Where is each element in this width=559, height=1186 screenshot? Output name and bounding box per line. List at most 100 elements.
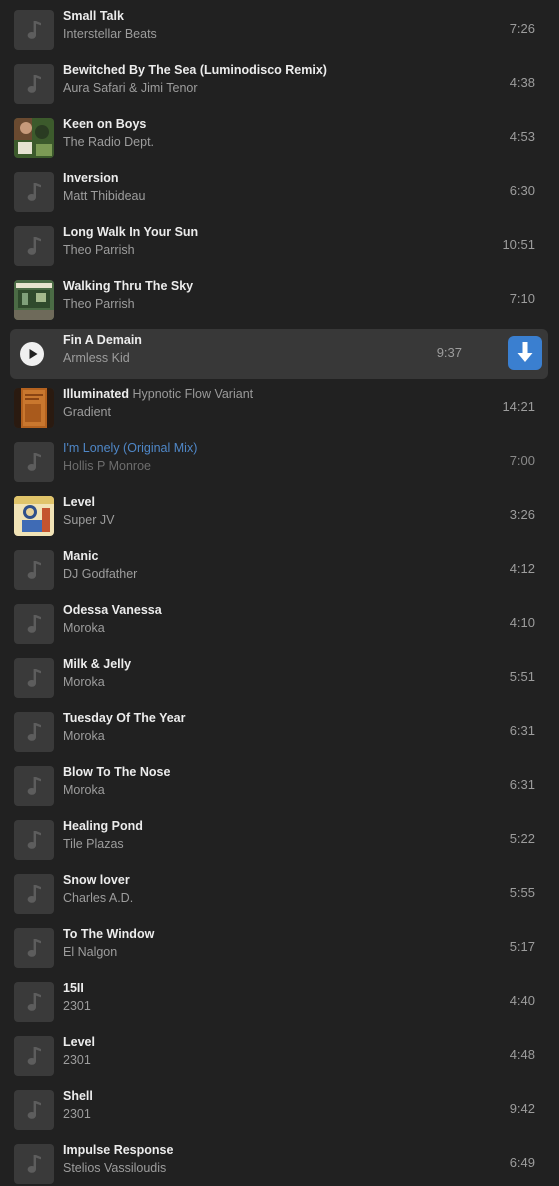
track-row[interactable]: Manic DJ Godfather 4:12 <box>10 545 548 595</box>
track-artist: Armless Kid <box>63 351 130 365</box>
track-row[interactable]: Shell 2301 9:42 <box>10 1085 548 1135</box>
track-title-text: Long Walk In Your Sun <box>63 225 199 239</box>
track-row[interactable]: Tuesday Of The Year Moroka 6:31 <box>10 707 548 757</box>
track-title-text: To The Window <box>63 927 155 941</box>
track-row[interactable]: To The Window El Nalgon 5:17 <box>10 923 548 973</box>
track-duration: 5:17 <box>509 939 535 954</box>
track-duration: 4:53 <box>509 129 535 144</box>
track-duration: 5:51 <box>509 669 535 684</box>
music-note-icon <box>14 172 54 212</box>
music-note-icon <box>14 1144 54 1184</box>
track-row[interactable]: Level 2301 4:48 <box>10 1031 548 1081</box>
track-row[interactable]: Snow lover Charles A.D. 5:55 <box>10 869 548 919</box>
track-title-text: I'm Lonely (Original Mix) <box>63 441 198 455</box>
track-title-text: Level <box>63 1035 95 1049</box>
music-note-icon <box>14 550 54 590</box>
track-duration: 6:30 <box>509 183 535 198</box>
track-row[interactable]: Blow To The Nose Moroka 6:31 <box>10 761 548 811</box>
track-title: Walking Thru The Sky <box>63 279 193 293</box>
track-duration: 7:10 <box>509 291 535 306</box>
music-note-icon <box>14 982 54 1022</box>
track-duration: 3:26 <box>509 507 535 522</box>
track-title-text: Blow To The Nose <box>63 765 171 779</box>
track-row[interactable]: Inversion Matt Thibideau 6:30 <box>10 167 548 217</box>
track-title: Keen on Boys <box>63 117 146 131</box>
track-title: Healing Pond <box>63 819 143 833</box>
track-row[interactable]: Long Walk In Your Sun Theo Parrish 10:51 <box>10 221 548 271</box>
track-artist: Matt Thibideau <box>63 189 146 203</box>
track-title-text: Healing Pond <box>63 819 143 833</box>
track-duration: 4:48 <box>509 1047 535 1062</box>
music-note-icon <box>14 766 54 806</box>
music-note-icon <box>14 64 54 104</box>
track-row[interactable]: 15II 2301 4:40 <box>10 977 548 1027</box>
track-duration: 10:51 <box>502 237 535 252</box>
track-artist: Gradient <box>63 405 111 419</box>
track-artist: 2301 <box>63 1107 91 1121</box>
play-icon[interactable] <box>20 342 44 366</box>
track-duration: 5:22 <box>509 831 535 846</box>
track-artist: DJ Godfather <box>63 567 138 581</box>
track-artist: Moroka <box>63 783 105 797</box>
track-title-text: Keen on Boys <box>63 117 147 131</box>
track-row[interactable]: Impulse Response Stelios Vassiloudis 6:49 <box>10 1139 548 1186</box>
track-duration: 6:49 <box>509 1155 535 1170</box>
download-arrow-icon[interactable] <box>508 336 542 370</box>
music-note-icon <box>14 712 54 752</box>
track-artist: Moroka <box>63 621 105 635</box>
track-row[interactable]: Keen on Boys The Radio Dept. 4:53 <box>10 113 548 163</box>
track-row[interactable]: Illuminated Hypnotic Flow Variant Gradien… <box>10 383 548 433</box>
track-artist: Moroka <box>63 729 105 743</box>
track-duration: 9:42 <box>509 1101 535 1116</box>
music-note-icon <box>14 1036 54 1076</box>
track-title-text: 15II <box>63 981 84 995</box>
track-title-text: Walking Thru The Sky <box>63 279 194 293</box>
track-row[interactable]: Small Talk Interstellar Beats 7:26 <box>10 5 548 55</box>
track-title-text: Illuminated <box>63 387 129 401</box>
track-artist: Stelios Vassiloudis <box>63 1161 167 1175</box>
track-title: Milk & Jelly <box>63 657 131 671</box>
track-artist: Theo Parrish <box>63 297 135 311</box>
album-cover <box>14 496 54 536</box>
track-title-text: Odessa Vanessa <box>63 603 162 617</box>
track-title-text: Shell <box>63 1089 93 1103</box>
track-title-text: Tuesday Of The Year <box>63 711 186 725</box>
track-duration: 4:40 <box>509 993 535 1008</box>
track-title-text: Milk & Jelly <box>63 657 132 671</box>
album-cover <box>14 280 54 320</box>
track-row[interactable]: Milk & Jelly Moroka 5:51 <box>10 653 548 703</box>
album-cover <box>14 118 54 158</box>
track-artist: Hollis P Monroe <box>63 459 152 473</box>
track-title: Small Talk <box>63 9 124 23</box>
track-duration: 4:38 <box>509 75 535 90</box>
track-duration: 14:21 <box>502 399 535 414</box>
track-artist: 2301 <box>63 1053 91 1067</box>
track-title: Snow lover <box>63 873 130 887</box>
track-artist: Theo Parrish <box>63 243 135 257</box>
track-row[interactable]: Bewitched By The Sea (Luminodisco Remix)… <box>10 59 548 109</box>
track-row[interactable]: Odessa Vanessa Moroka 4:10 <box>10 599 548 649</box>
music-note-icon <box>14 10 54 50</box>
track-duration: 6:31 <box>509 723 535 738</box>
track-variant: Hypnotic Flow Variant <box>132 387 254 401</box>
track-row-active[interactable]: Fin A Demain Armless Kid 9:37 <box>10 329 548 379</box>
track-duration: 5:55 <box>509 885 535 900</box>
track-row[interactable]: Healing Pond Tile Plazas 5:22 <box>10 815 548 865</box>
track-duration: 9:37 <box>436 345 462 360</box>
music-note-icon <box>14 874 54 914</box>
track-title: Level <box>63 495 95 509</box>
music-note-icon <box>14 658 54 698</box>
track-artist: El Nalgon <box>63 945 118 959</box>
track-artist: Charles A.D. <box>63 891 134 905</box>
track-row[interactable]: I'm Lonely (Original Mix) Hollis P Monroe… <box>10 437 548 487</box>
track-duration: 4:10 <box>509 615 535 630</box>
track-row[interactable]: Walking Thru The Sky Theo Parrish 7:10 <box>10 275 548 325</box>
track-title-text: Bewitched By The Sea (Luminodisco Remix) <box>63 63 327 77</box>
track-title: Shell <box>63 1089 93 1103</box>
track-title-text: Small Talk <box>63 9 124 23</box>
track-duration: 6:31 <box>509 777 535 792</box>
track-row[interactable]: Level Super JV 3:26 <box>10 491 548 541</box>
music-note-icon <box>14 820 54 860</box>
album-cover <box>14 388 54 428</box>
track-title: Illuminated Hypnotic Flow Variant <box>63 387 253 401</box>
